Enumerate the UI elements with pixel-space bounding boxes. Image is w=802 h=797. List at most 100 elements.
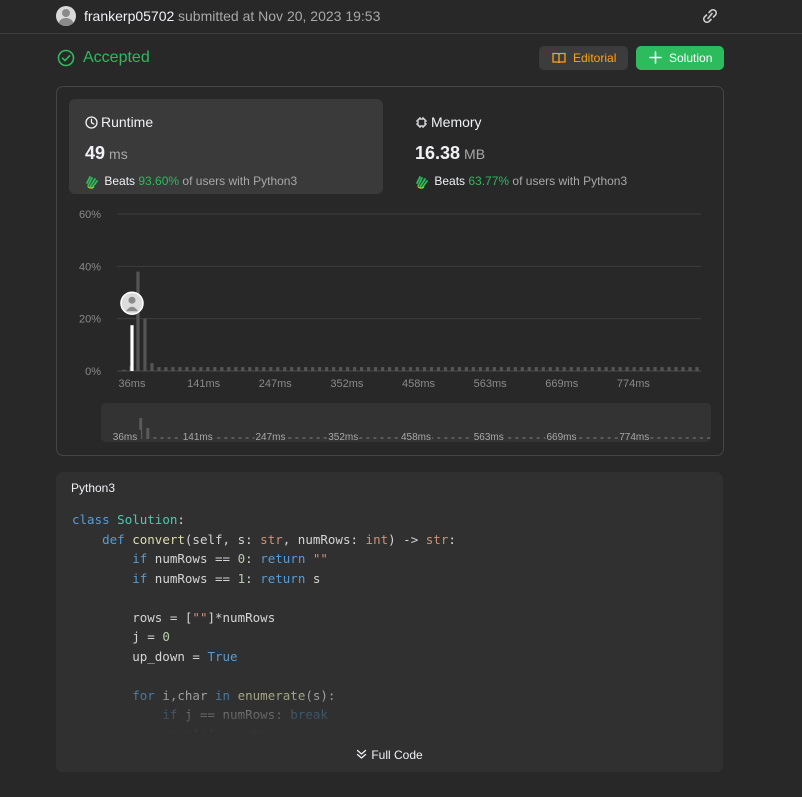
link-icon[interactable] [699,6,721,26]
histogram-bar [513,367,517,371]
histogram-bar [339,367,343,371]
histogram-bar [576,367,580,371]
mini-bar [607,437,611,439]
chart-range-slider[interactable]: 36ms 141ms 247ms 352ms 458ms 563ms 669ms 774ms [101,403,711,442]
mini-bar [579,437,583,439]
histogram-bar [164,367,168,371]
histogram-bar [569,367,573,371]
histogram-bar [387,367,392,371]
histogram-bar [304,367,308,371]
your-submission-bar [130,325,134,371]
mini-bar [437,437,441,439]
histogram-bar [450,367,455,371]
mini-bar [692,437,696,439]
histogram-bar [352,367,357,371]
mini-bar [167,437,171,439]
histogram-bar [346,367,350,371]
mini-bar [699,437,703,439]
histogram-bar [464,367,469,371]
histogram-bar [171,367,175,371]
histogram-bar [178,367,182,371]
runtime-number: 49 [85,143,106,163]
mini-bar [664,437,668,439]
histogram-bar [625,367,629,371]
memory-title-text: Memory [431,114,482,130]
mini-bar [600,437,604,439]
x-tick-label: 774ms [617,378,651,390]
histogram-bar [667,367,671,371]
runtime-title-text: Runtime [101,114,154,130]
full-code-button[interactable]: Full Code [56,748,723,762]
histogram-bar [241,367,245,371]
histogram-bar [639,367,643,371]
histogram-bar [401,367,406,371]
histogram-bar [206,367,210,371]
memory-beats-suffix: of users with Python3 [512,174,628,188]
histogram-bar [611,367,615,371]
memory-value: 16.38 MB [415,143,485,164]
your-avatar-marker[interactable] [120,291,144,315]
runtime-beats-label: Beats [104,174,136,188]
histogram-bar [429,367,434,371]
x-tick-label: 352ms [330,378,364,390]
histogram-bar [555,367,559,371]
mini-bar [685,437,689,439]
histogram-bar [359,367,364,371]
histogram-bar [220,367,224,371]
histogram-bar [499,367,503,371]
histogram-bar [283,367,287,371]
histogram-bar [562,367,566,371]
chip-icon [416,117,427,128]
histogram-bar [548,367,552,371]
mini-bar [302,437,306,439]
solution-button[interactable]: Solution [636,46,724,70]
mini-bar [465,437,469,439]
avatar-marker-head [128,296,136,304]
y-tick-label: 0% [85,366,101,378]
histogram-bar [646,367,650,371]
runtime-distribution-chart[interactable]: 60% 40% 20% 0% 36ms 141ms 247ms 352ms 458ms 563ms… [57,197,723,397]
mini-tick-label: 563ms [474,432,504,442]
histogram-bar [660,367,664,371]
histogram-bar [422,367,427,371]
username-link[interactable]: frankerp05702 [84,8,174,24]
mini-bar [359,437,363,439]
histogram-bar [415,367,420,371]
memory-card[interactable]: Memory 16.38 MB Beats 63.77% of users wit… [399,99,713,194]
editorial-button[interactable]: Editorial [539,46,628,70]
y-tick-label: 20% [79,314,101,326]
histogram-bar [583,367,587,371]
runtime-card[interactable]: Runtime 49 ms Beats 93.60% of users with … [69,99,383,194]
histogram-bar [192,367,196,371]
submitted-time: submitted at Nov 20, 2023 19:53 [178,8,381,24]
histogram-bar [297,367,301,371]
y-tick-label: 40% [79,261,101,273]
histogram-bar [443,367,448,371]
histogram-bar [457,367,462,371]
clap-icon [86,176,98,189]
histogram-bar [150,363,154,371]
mini-bar [444,437,448,439]
histogram-bar [632,367,636,371]
memory-number: 16.38 [415,143,461,163]
submission-header: frankerp05702 submitted at Nov 20, 2023 … [0,0,802,34]
mini-bar [231,437,235,439]
mini-bar [217,437,221,439]
histogram-bar [688,367,692,371]
clap-icon [416,176,428,189]
mini-bar [316,437,320,439]
mini-bar [309,437,313,439]
memory-title: Memory [415,114,482,130]
mini-bar [458,437,462,439]
histogram-bar [478,367,482,371]
runtime-beats-pct: 93.60% [138,174,180,188]
user-avatar[interactable] [56,6,76,26]
histogram-bar [248,367,252,371]
mini-tick-label: 458ms [401,432,431,442]
mini-bar [529,437,533,439]
mini-bar [650,437,654,439]
mini-bar [593,437,597,439]
chevrons-down-icon [357,749,367,759]
histogram-bar [234,367,238,371]
memory-beats-label: Beats [434,174,466,188]
